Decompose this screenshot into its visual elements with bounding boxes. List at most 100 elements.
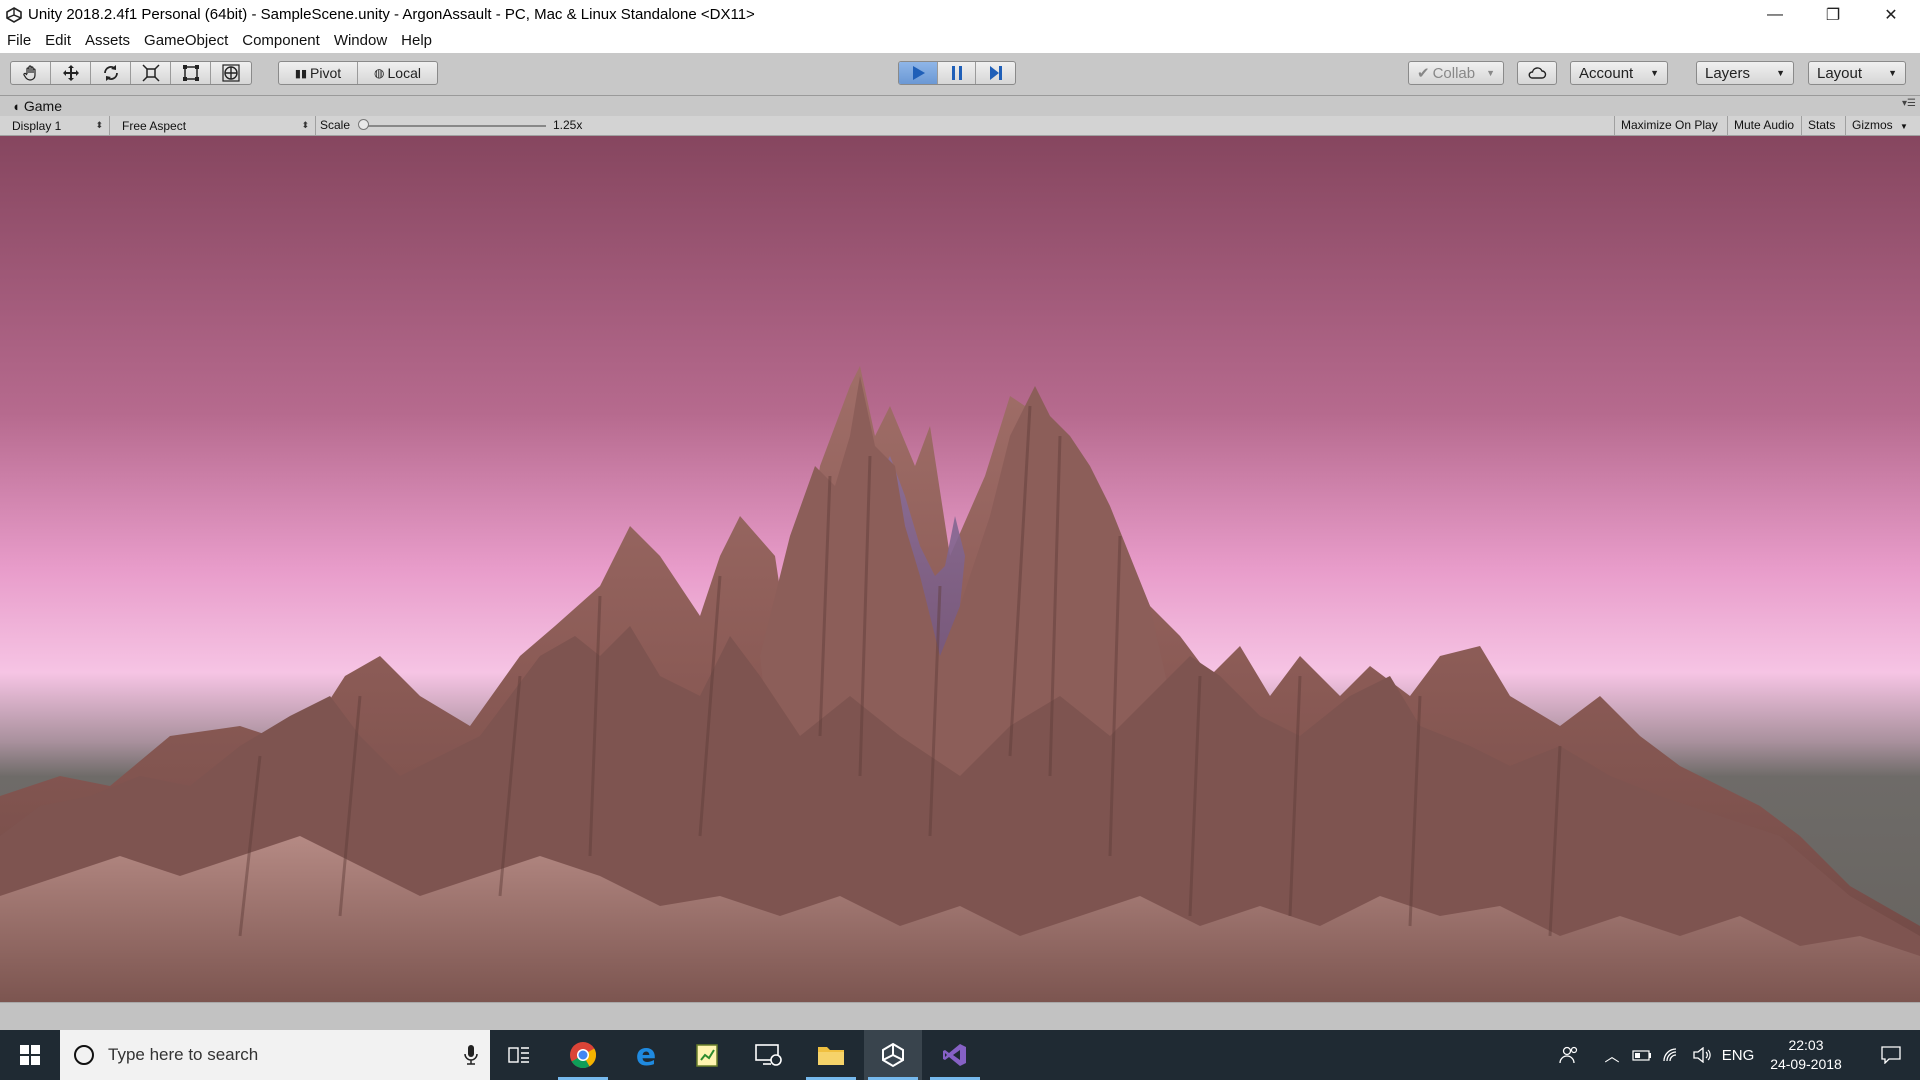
taskbar-remote-desktop[interactable]: [740, 1030, 798, 1080]
layout-dropdown[interactable]: Layout ▼: [1808, 61, 1906, 85]
menu-file[interactable]: File: [0, 29, 38, 53]
taskbar-edge[interactable]: e: [617, 1030, 675, 1080]
game-tab-bar: ◖ Game ▾☰: [0, 96, 1920, 116]
people-icon: [1559, 1046, 1578, 1064]
cloud-button[interactable]: [1517, 61, 1557, 85]
menu-help[interactable]: Help: [394, 29, 439, 53]
tab-game-label: Game: [23, 98, 62, 114]
menu-window[interactable]: Window: [327, 29, 394, 53]
taskbar-file-explorer[interactable]: [802, 1030, 860, 1080]
menu-assets[interactable]: Assets: [78, 29, 137, 53]
unity-logo-icon: [4, 5, 24, 25]
cortana-icon: [74, 1045, 94, 1065]
menu-gameobject[interactable]: GameObject: [137, 29, 235, 53]
mute-audio-toggle[interactable]: Mute Audio: [1727, 116, 1800, 135]
layers-dropdown[interactable]: Layers ▼: [1696, 61, 1794, 85]
tab-game[interactable]: ◖ Game: [0, 96, 62, 116]
account-dropdown[interactable]: Account ▼: [1570, 61, 1668, 85]
collab-dropdown[interactable]: ✔ Collab ▼: [1408, 61, 1504, 85]
menu-edit[interactable]: Edit: [38, 29, 78, 53]
taskbar-visual-studio[interactable]: [926, 1030, 984, 1080]
window-title: Unity 2018.2.4f1 Personal (64bit) - Samp…: [28, 6, 755, 23]
monitor-gear-icon: [755, 1044, 782, 1066]
unity-icon: [882, 1042, 904, 1068]
game-viewport[interactable]: [0, 136, 1920, 1002]
display-label: Display 1: [12, 118, 62, 133]
pivot-label: Pivot: [310, 65, 342, 81]
scale-slider-track[interactable]: [364, 125, 546, 127]
maximize-button[interactable]: ❐: [1804, 0, 1862, 29]
people-button[interactable]: [1554, 1030, 1584, 1080]
tab-menu-icon[interactable]: ▾☰: [1902, 98, 1916, 109]
taskbar-clock[interactable]: 22:03 24-09-2018: [1758, 1036, 1854, 1074]
taskbar-search-box[interactable]: Type here to search: [60, 1030, 490, 1080]
windows-logo-icon: [20, 1045, 40, 1065]
aspect-dropdown[interactable]: Free Aspect ⬍: [110, 116, 316, 135]
task-view-button[interactable]: [490, 1030, 548, 1080]
action-center-button[interactable]: [1862, 1030, 1920, 1080]
scale-icon: [141, 64, 160, 82]
taskbar-chrome[interactable]: [554, 1030, 612, 1080]
volume-tray[interactable]: [1688, 1030, 1716, 1080]
display-dropdown[interactable]: Display 1 ⬍: [0, 116, 110, 135]
minimize-button[interactable]: —: [1746, 0, 1804, 29]
menu-component[interactable]: Component: [235, 29, 327, 53]
local-label: Local: [387, 65, 421, 81]
language-indicator[interactable]: ENG: [1718, 1030, 1758, 1080]
rect-transform-icon: [182, 65, 199, 81]
up-down-arrows-icon: ⬍: [95, 120, 103, 130]
microphone-icon[interactable]: [464, 1044, 478, 1070]
hand-tool-button[interactable]: [11, 62, 51, 84]
local-button[interactable]: ◍ Local: [358, 62, 437, 84]
step-forward-icon: [989, 66, 1002, 80]
layers-label: Layers: [1705, 64, 1751, 82]
visual-studio-icon: [943, 1044, 966, 1066]
pause-button[interactable]: [938, 62, 977, 84]
pivot-button[interactable]: ▮▮ Pivot: [279, 62, 359, 84]
rotate-tool-button[interactable]: [91, 62, 131, 84]
edge-icon: e: [635, 1037, 657, 1073]
menu-bar: File Edit Assets GameObject Component Wi…: [0, 29, 1920, 53]
chrome-icon: [570, 1042, 597, 1069]
clock-date: 24-09-2018: [1770, 1056, 1842, 1072]
scale-slider-handle[interactable]: [358, 119, 369, 130]
playback-controls: [898, 61, 1016, 85]
game-view-toolbar: Display 1 ⬍ Free Aspect ⬍ Scale 1.25x Ma…: [0, 116, 1920, 136]
chevron-down-icon: ▼: [1900, 122, 1908, 131]
pivot-toggle-group: ▮▮ Pivot ◍ Local: [278, 61, 438, 85]
taskbar-notepad[interactable]: [678, 1030, 736, 1080]
close-button[interactable]: ✕: [1862, 0, 1920, 29]
scale-label: Scale: [320, 118, 351, 132]
wifi-tray[interactable]: [1658, 1030, 1686, 1080]
layout-label: Layout: [1817, 64, 1863, 82]
pacman-game-icon: ◖: [12, 98, 20, 114]
rect-tool-button[interactable]: [171, 62, 211, 84]
taskbar-unity[interactable]: [864, 1030, 922, 1080]
move-tool-button[interactable]: [51, 62, 91, 84]
wifi-icon: [1663, 1048, 1677, 1062]
pivot-icon: ▮▮: [294, 67, 307, 80]
main-toolbar: ▮▮ Pivot ◍ Local ✔ Collab ▼ Account ▼ La…: [0, 53, 1920, 96]
windows-taskbar: Type here to search e ︿ ENG 22:03 24-09-…: [0, 1030, 1920, 1080]
gizmos-dropdown[interactable]: Gizmos ▼: [1845, 116, 1920, 135]
play-icon: [912, 66, 925, 80]
stats-toggle[interactable]: Stats: [1801, 116, 1841, 135]
speaker-icon: [1693, 1047, 1711, 1063]
cloud-icon: [1528, 67, 1547, 79]
maximize-on-play-toggle[interactable]: Maximize On Play: [1614, 116, 1724, 135]
battery-tray[interactable]: [1628, 1030, 1656, 1080]
transform-combo-icon: [222, 64, 240, 82]
transform-tool-button[interactable]: [211, 62, 251, 84]
hand-icon: [22, 65, 36, 81]
search-placeholder: Type here to search: [108, 1045, 259, 1064]
start-button[interactable]: [0, 1030, 60, 1080]
notification-icon: [1881, 1046, 1901, 1064]
scale-tool-button[interactable]: [131, 62, 171, 84]
clock-time: 22:03: [1788, 1037, 1824, 1053]
pause-icon: [951, 66, 962, 80]
show-hidden-icons-button[interactable]: ︿: [1600, 1030, 1624, 1080]
status-bar: [0, 1002, 1920, 1030]
step-button[interactable]: [976, 62, 1015, 84]
play-button[interactable]: [899, 62, 938, 84]
scale-value: 1.25x: [553, 118, 583, 132]
